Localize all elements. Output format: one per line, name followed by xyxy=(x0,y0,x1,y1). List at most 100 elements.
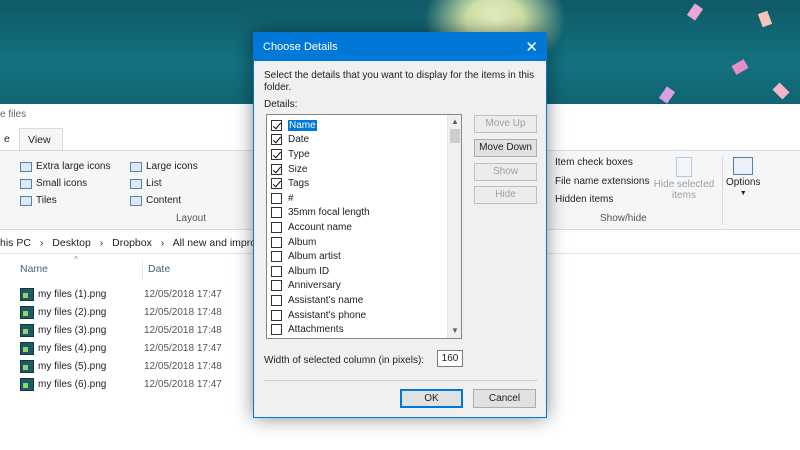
detail-checkbox[interactable] xyxy=(271,178,282,190)
detail-list-item[interactable]: 35mm focal length xyxy=(271,206,370,221)
hide-button[interactable]: Hide xyxy=(474,186,537,204)
hide-selected-icon xyxy=(676,157,692,177)
cancel-button[interactable]: Cancel xyxy=(473,389,536,408)
detail-label: Name xyxy=(287,118,318,132)
detail-checkbox[interactable] xyxy=(271,207,282,219)
breadcrumb-separator: › xyxy=(39,237,44,249)
tiles-icon xyxy=(20,195,32,206)
show-button[interactable]: Show xyxy=(474,163,537,181)
ok-button[interactable]: OK xyxy=(400,389,463,408)
detail-list-item[interactable]: # xyxy=(271,191,294,206)
column-divider xyxy=(142,260,143,280)
option-label: Hidden items xyxy=(555,194,614,205)
detail-list-item[interactable]: Date xyxy=(271,133,309,148)
details-listbox[interactable]: Name Date Type Size Tags #35mm focal length Ac… xyxy=(266,114,462,339)
layout-group-label: Layout xyxy=(176,213,207,224)
scroll-up-arrow-icon[interactable]: ▲ xyxy=(448,115,461,129)
vertical-scrollbar[interactable]: ▲ ▼ xyxy=(447,115,461,338)
file-row[interactable]: my files (1).png 12/05/2018 17:47 xyxy=(20,285,222,303)
move-up-button[interactable]: Move Up xyxy=(474,115,537,133)
confetti-decoration xyxy=(772,82,790,100)
png-file-icon xyxy=(20,377,34,391)
file-name-extensions-option[interactable]: File name extensions xyxy=(555,176,650,187)
detail-list-item[interactable]: Assistant's name xyxy=(271,293,363,308)
detail-list-item[interactable]: Account name xyxy=(271,220,352,235)
detail-checkbox[interactable] xyxy=(271,163,282,175)
file-name: my files (5).png xyxy=(38,360,107,372)
detail-checkbox[interactable] xyxy=(271,192,282,204)
detail-checkbox[interactable] xyxy=(271,251,282,263)
layout-extra-large-icons[interactable]: Extra large icons xyxy=(20,161,110,172)
layout-item-label: Small icons xyxy=(36,178,88,189)
detail-list-item[interactable]: Name xyxy=(271,118,318,133)
detail-label: Album xyxy=(288,236,317,248)
column-date-header[interactable]: Date xyxy=(148,263,170,275)
detail-checkbox[interactable] xyxy=(271,294,282,306)
detail-checkbox[interactable] xyxy=(271,324,282,336)
detail-checkbox[interactable] xyxy=(271,309,282,321)
detail-checkbox[interactable] xyxy=(271,134,282,146)
file-date: 12/05/2018 17:48 xyxy=(144,306,222,318)
detail-list-item[interactable]: Assistant's phone xyxy=(271,308,366,323)
file-row[interactable]: my files (4).png 12/05/2018 17:47 xyxy=(20,339,222,357)
detail-checkbox[interactable] xyxy=(271,236,282,248)
detail-list-item[interactable]: Album ID xyxy=(271,264,329,279)
file-date: 12/05/2018 17:48 xyxy=(144,360,222,372)
detail-checkbox[interactable] xyxy=(271,280,282,292)
detail-label: Album ID xyxy=(288,265,330,277)
detail-list-item[interactable]: Album xyxy=(271,235,316,250)
breadcrumb-item[interactable]: Desktop xyxy=(52,237,91,249)
column-width-label: Width of selected column (in pixels): xyxy=(264,355,425,366)
scroll-down-arrow-icon[interactable]: ▼ xyxy=(448,324,461,338)
breadcrumb-item[interactable]: his PC xyxy=(0,237,31,249)
breadcrumb-item[interactable]: Dropbox xyxy=(112,237,152,249)
tab-partial[interactable]: e xyxy=(0,128,18,152)
detail-list-item[interactable]: Type xyxy=(271,147,310,162)
detail-list-item[interactable]: Attachments xyxy=(271,322,344,337)
chevron-down-icon: ▼ xyxy=(739,190,747,197)
hidden-items-option[interactable]: Hidden items xyxy=(555,194,613,205)
detail-list-item[interactable]: Album artist xyxy=(271,249,341,264)
move-down-button[interactable]: Move Down xyxy=(474,139,537,157)
column-name-header[interactable]: Name xyxy=(20,263,48,275)
options-button[interactable]: Options ▼ xyxy=(726,157,760,197)
breadcrumb-separator: › xyxy=(99,237,104,249)
small-icons-icon xyxy=(20,178,32,189)
choose-details-dialog: Choose Details ✕ Select the details that… xyxy=(253,32,547,418)
detail-checkbox[interactable] xyxy=(271,265,282,277)
layout-small-icons[interactable]: Small icons xyxy=(20,178,87,189)
sort-chevron-icon: ^ xyxy=(74,255,78,264)
column-width-input[interactable]: 160 xyxy=(437,350,463,367)
layout-content[interactable]: Content xyxy=(130,195,181,206)
detail-list-item[interactable]: Anniversary xyxy=(271,279,341,294)
file-row[interactable]: my files (3).png 12/05/2018 17:48 xyxy=(20,321,222,339)
detail-checkbox[interactable] xyxy=(271,119,282,131)
dialog-instructions: Select the details that you want to disp… xyxy=(264,70,535,93)
layout-tiles[interactable]: Tiles xyxy=(20,195,57,206)
file-row[interactable]: my files (6).png 12/05/2018 17:47 xyxy=(20,375,222,393)
detail-checkbox[interactable] xyxy=(271,148,282,160)
hide-selected-items-button[interactable]: Hide selected items xyxy=(653,157,715,201)
layout-list[interactable]: List xyxy=(130,178,162,189)
detail-label: Date xyxy=(288,134,310,146)
file-row[interactable]: my files (5).png 12/05/2018 17:48 xyxy=(20,357,222,375)
breadcrumb-separator: › xyxy=(160,237,165,249)
layout-large-icons[interactable]: Large icons xyxy=(130,161,198,172)
file-row[interactable]: my files (2).png 12/05/2018 17:48 xyxy=(20,303,222,321)
options-icon xyxy=(733,157,754,175)
detail-label: 35mm focal length xyxy=(288,207,370,219)
content-icon xyxy=(130,195,142,206)
dialog-title-bar[interactable]: Choose Details xyxy=(254,33,546,61)
detail-list-item[interactable]: Tags xyxy=(271,176,309,191)
tab-view[interactable]: View xyxy=(19,128,63,152)
layout-item-label: Extra large icons xyxy=(36,161,111,172)
close-icon[interactable]: ✕ xyxy=(525,38,538,56)
detail-label: Assistant's phone xyxy=(288,309,367,321)
detail-label: Size xyxy=(288,163,308,175)
item-check-boxes-option[interactable]: Item check boxes xyxy=(555,157,633,168)
detail-checkbox[interactable] xyxy=(271,221,282,233)
scrollbar-thumb[interactable] xyxy=(450,129,460,143)
details-label: Details: xyxy=(264,99,298,110)
detail-list-item[interactable]: Size xyxy=(271,162,307,177)
list-icon xyxy=(130,178,142,189)
